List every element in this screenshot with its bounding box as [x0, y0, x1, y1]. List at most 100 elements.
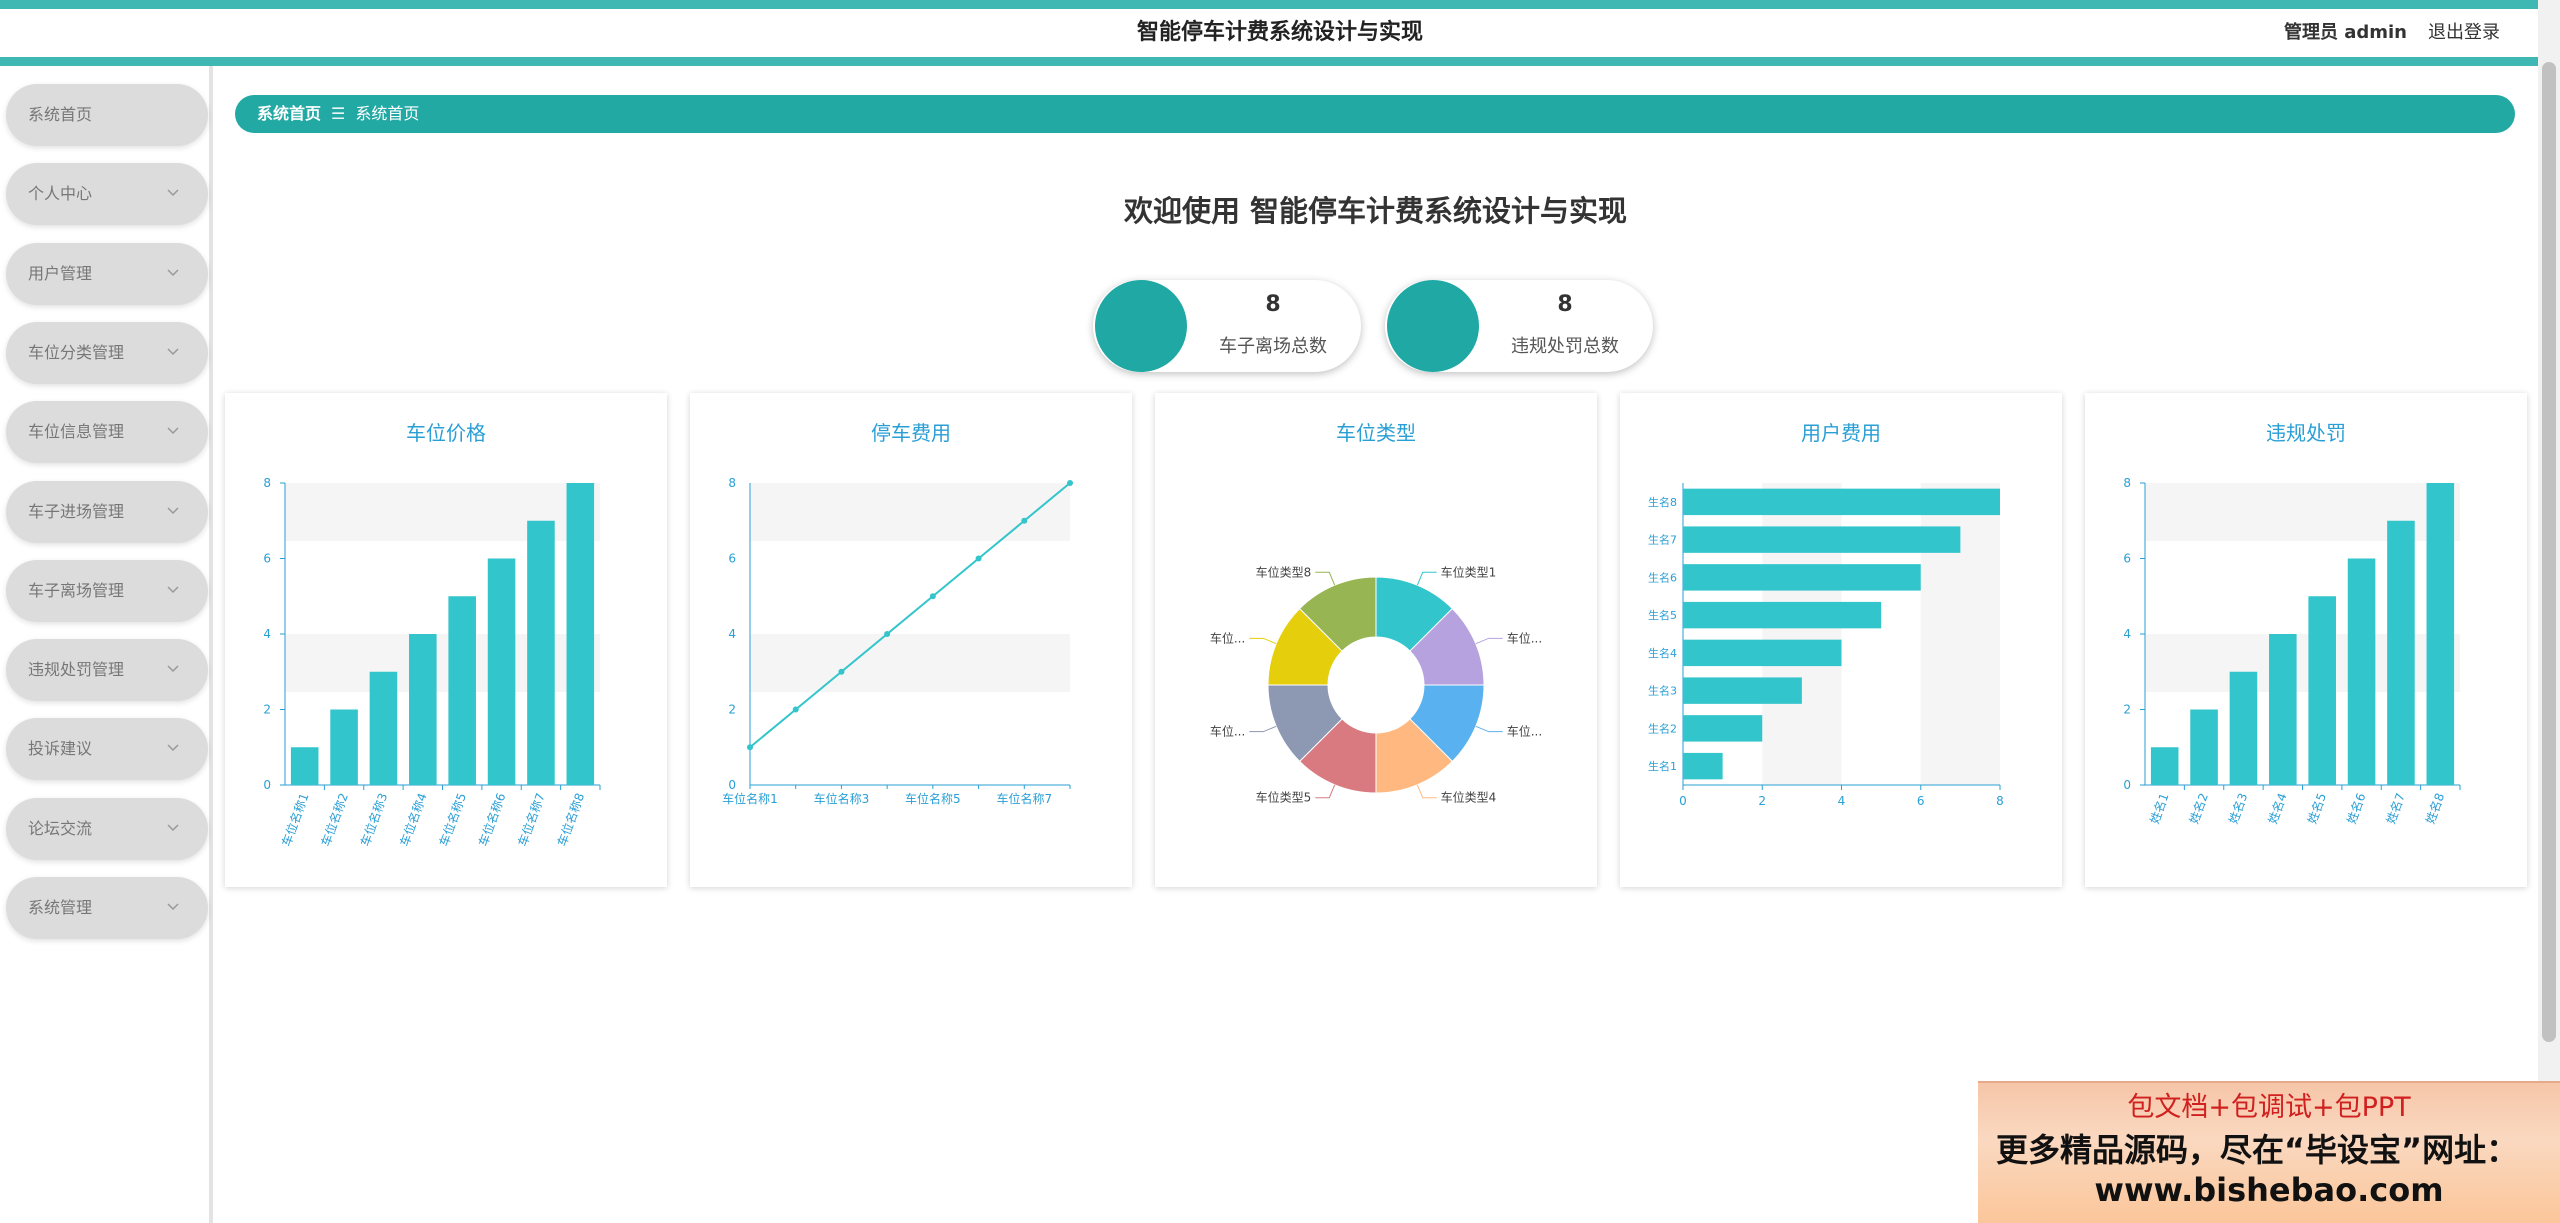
data-point — [1067, 480, 1073, 486]
x-tick-label: 姓名5 — [2304, 791, 2329, 826]
x-tick-label: 姓名1 — [2147, 791, 2172, 826]
y-tick-label: 2 — [2123, 703, 2131, 717]
page-scrollbar[interactable] — [2538, 0, 2560, 1223]
x-tick-label: 车位名称7 — [996, 791, 1052, 806]
welcome-title: 欢迎使用 智能停车计费系统设计与实现 — [1123, 194, 1628, 228]
y-tick-label: 8 — [263, 476, 271, 490]
bar — [2387, 520, 2415, 785]
pie-label-line — [1475, 637, 1503, 645]
y-tick-label: 0 — [728, 778, 736, 792]
sidebar-item-label: 用户管理 — [28, 263, 93, 283]
sidebar-item[interactable]: 违规处罚管理 — [6, 639, 208, 702]
bar — [448, 596, 476, 785]
sidebar-item[interactable]: 用户管理 — [6, 242, 208, 305]
bar — [566, 483, 595, 785]
sidebar-item[interactable]: 车子离场管理 — [6, 559, 208, 622]
sidebar-item[interactable]: 系统管理 — [6, 877, 208, 939]
x-tick-label: 车位名称2 — [318, 791, 351, 848]
bar — [1683, 677, 1802, 704]
y-tick-label: 2 — [263, 703, 271, 717]
y-tick-label: 2 — [728, 703, 736, 717]
x-tick-label: 姓名6 — [2343, 791, 2368, 826]
pie-label: 车位... — [1507, 724, 1542, 739]
pie-label-line — [1315, 784, 1336, 799]
chevron-down-icon — [167, 824, 179, 831]
x-tick-label: 姓名7 — [2383, 791, 2408, 826]
sidebar-item-label: 车位分类管理 — [28, 342, 125, 362]
sidebar-item[interactable]: 车位分类管理 — [6, 321, 208, 384]
sidebar-item-label: 违规处罚管理 — [28, 660, 125, 680]
pie-label: 车位... — [1210, 724, 1245, 739]
x-tick-label: 姓名2 — [2186, 791, 2211, 826]
sidebar-item-label: 论坛交流 — [28, 818, 93, 838]
y-tick-label: 8 — [728, 476, 736, 490]
y-tick-label: 生名5 — [1648, 608, 1677, 622]
y-tick-label: 生名6 — [1648, 570, 1677, 584]
header-bottom-strip — [0, 57, 2560, 66]
pie-label-line — [1416, 784, 1437, 799]
bar — [1683, 639, 1842, 667]
data-point — [838, 668, 845, 675]
sidebar-item[interactable]: 论坛交流 — [6, 797, 208, 860]
chart-band — [750, 634, 1070, 692]
data-point — [747, 744, 753, 751]
x-tick-label: 2 — [1758, 794, 1766, 808]
pie-label-line — [1249, 637, 1277, 645]
app-title: 智能停车计费系统设计与实现 — [1136, 20, 1423, 45]
y-tick-label: 生名7 — [1648, 533, 1677, 547]
y-tick-label: 0 — [2123, 778, 2131, 792]
bar — [1683, 715, 1763, 742]
sidebar-item[interactable]: 个人中心 — [6, 163, 208, 226]
app-root: 智能停车计费系统设计与实现 管理员 admin 退出登录 系统首页个人中心用户管… — [0, 0, 2560, 1223]
x-tick-label: 车位名称5 — [905, 791, 961, 806]
x-tick-label: 车位名称8 — [554, 791, 587, 848]
data-point — [929, 593, 936, 600]
bar — [2150, 747, 2179, 785]
y-tick-label: 6 — [263, 552, 271, 566]
pie-label: 车位类型4 — [1441, 790, 1497, 805]
breadcrumb: 系统首页 ☰ 系统首页 — [235, 95, 2515, 133]
sidebar-item[interactable]: 车位信息管理 — [6, 401, 208, 464]
sidebar-item-label: 投诉建议 — [28, 739, 93, 759]
sidebar-item[interactable]: 投诉建议 — [6, 718, 208, 781]
x-tick-label: 车位名称4 — [397, 791, 430, 848]
sidebar: 系统首页个人中心用户管理车位分类管理 车位信息管理车子进场管理 车子离场管理违规处罚… — [0, 66, 213, 1223]
pie-label-line — [1315, 571, 1336, 586]
pie-label: 车位类型1 — [1441, 564, 1497, 579]
pie-label: 车位类型8 — [1256, 564, 1312, 579]
bar — [330, 709, 358, 785]
pie-label-line — [1249, 725, 1277, 733]
bar — [369, 671, 398, 785]
chart-user-fee: 0 2 4 6 8 生名1 生名2 生名3 生名4 生名5 生名6 生名7 生名8 — [1648, 483, 2004, 808]
y-tick-label: 生名3 — [1648, 684, 1677, 698]
pie-label: 车位... — [1507, 630, 1542, 645]
x-tick-label: 车位名称1 — [722, 791, 778, 806]
logout-button[interactable]: 退出登录 — [2428, 9, 2500, 57]
sidebar-item-label: 车位信息管理 — [28, 422, 125, 442]
chevron-down-icon — [167, 427, 179, 435]
data-point — [975, 555, 982, 562]
breadcrumb-home-link[interactable]: 系统首页 — [257, 104, 321, 123]
bar — [2308, 596, 2336, 785]
chart-card-violation: 违规处罚 0 2 4 6 8 姓名1 姓名2 姓名3 姓名4 姓名5 姓名6 姓名7 姓名8 — [2085, 393, 2527, 887]
stat-caption: 违规处罚总数 — [1511, 336, 1619, 357]
y-tick-label: 6 — [728, 552, 736, 566]
bar — [1683, 564, 1921, 591]
sidebar-item[interactable]: 系统首页 — [6, 84, 208, 146]
data-point — [884, 631, 891, 637]
pie-label-line — [1475, 725, 1503, 733]
scrollbar-thumb[interactable] — [2542, 62, 2556, 1042]
x-tick-label: 车位名称6 — [475, 791, 508, 848]
chevron-down-icon — [167, 903, 179, 911]
pie-label: 车位... — [1210, 630, 1245, 645]
ad-line-1: 包文档+包调试+包PPT — [2127, 1092, 2411, 1123]
user-name: 管理员 admin — [2283, 22, 2407, 43]
stat-icon — [1387, 280, 1479, 372]
bar — [1683, 601, 1882, 629]
bar — [1683, 488, 2000, 516]
sidebar-item[interactable]: 车子进场管理 — [6, 480, 208, 543]
bar — [290, 747, 319, 785]
stat-card-departures: 8 车子离场总数 — [1093, 280, 1361, 372]
watermark-ad-banner: 包文档+包调试+包PPT 更多精品源码，尽在“毕设宝”网址： www.bishe… — [1978, 1081, 2560, 1223]
header-top-strip — [0, 0, 2560, 9]
